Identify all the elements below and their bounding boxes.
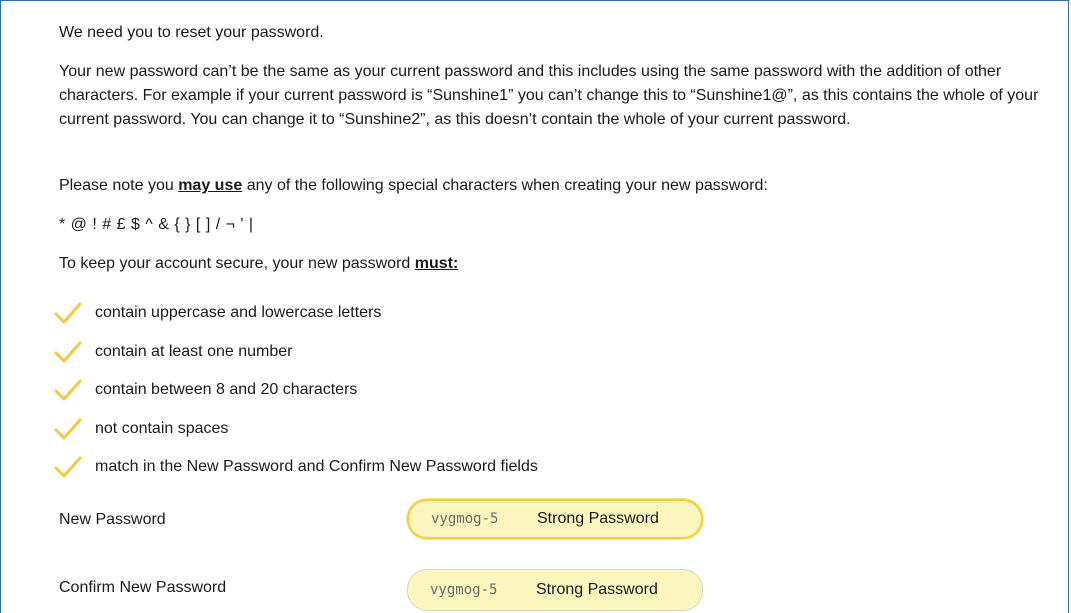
requirement-text: match in the New Password and Confirm Ne… — [95, 458, 538, 476]
check-icon — [53, 340, 83, 364]
requirement-text: contain between 8 and 20 characters — [95, 381, 358, 399]
requirement-item: match in the New Password and Confirm Ne… — [53, 448, 538, 487]
special-note-before: Please note you — [59, 177, 179, 194]
requirement-item: contain at least one number — [53, 333, 538, 372]
special-characters-list: * @ ! # £ $ ^ & { } [ ] / ¬ ' | — [59, 216, 254, 233]
requirement-text: not contain spaces — [95, 419, 229, 437]
password-reset-panel: We need you to reset your password. Your… — [0, 0, 1069, 613]
new-password-label: New Password — [59, 511, 166, 528]
requirement-text: contain at least one number — [95, 342, 293, 360]
check-icon — [53, 301, 83, 325]
password-strength-label: Strong Password — [537, 510, 659, 527]
check-icon — [53, 378, 83, 402]
secure-note-emphasis: must: — [414, 255, 459, 272]
new-password-value[interactable]: vygmog-5 — [431, 511, 529, 527]
requirements-list: contain uppercase and lowercase letters … — [53, 294, 538, 487]
confirm-password-field[interactable]: vygmog-5 Strong Password — [407, 569, 703, 611]
requirement-item: contain between 8 and 20 characters — [53, 371, 538, 410]
secure-note-before: To keep your account secure, your new pa… — [59, 255, 415, 272]
special-characters-note: Please note you may use any of the follo… — [59, 174, 768, 198]
password-strength-label: Strong Password — [536, 581, 658, 598]
intro-text: We need you to reset your password. — [59, 24, 324, 41]
new-password-field[interactable]: vygmog-5 Strong Password — [407, 499, 703, 539]
requirement-item: contain uppercase and lowercase letters — [53, 294, 538, 333]
special-note-emphasis: may use — [178, 177, 243, 194]
secure-note: To keep your account secure, your new pa… — [59, 252, 458, 276]
rules-paragraph: Your new password can’t be the same as y… — [59, 63, 1039, 128]
special-note-after: any of the following special characters … — [242, 177, 768, 194]
confirm-password-value[interactable]: vygmog-5 — [430, 582, 528, 598]
check-icon — [53, 455, 83, 479]
confirm-password-label: Confirm New Password — [59, 579, 227, 596]
requirement-item: not contain spaces — [53, 410, 538, 449]
requirement-text: contain uppercase and lowercase letters — [95, 304, 382, 322]
check-icon — [53, 417, 83, 441]
